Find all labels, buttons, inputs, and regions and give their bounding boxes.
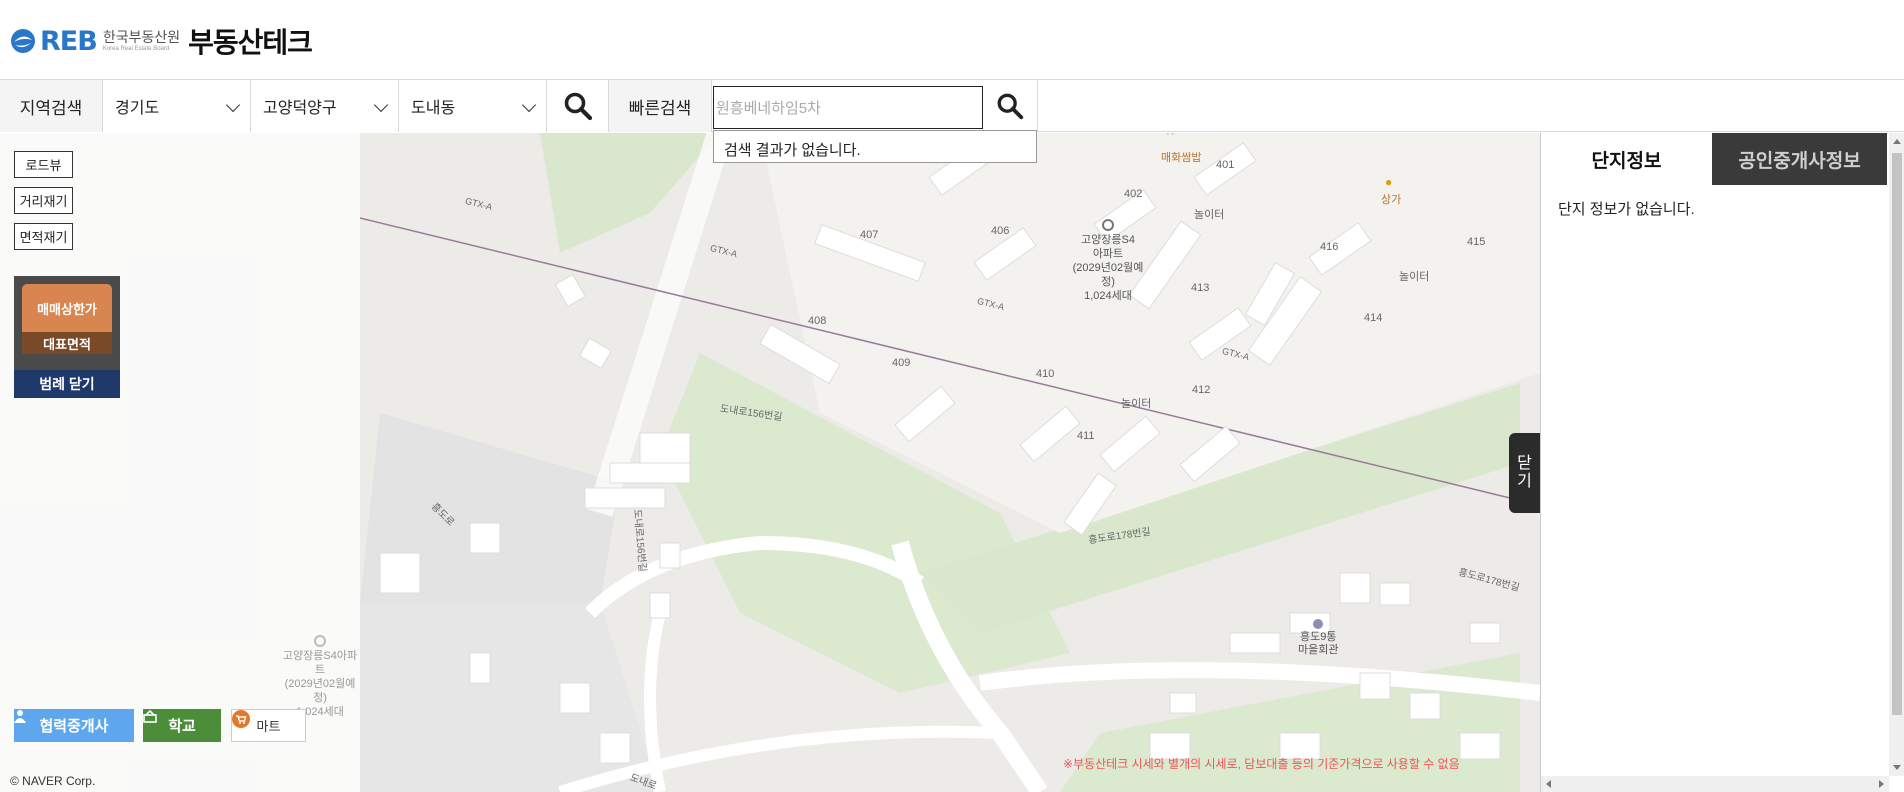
close-tab-char-1: 닫 <box>1517 455 1532 473</box>
no-result-message: 검색 결과가 없습니다. <box>724 142 861 159</box>
building-number: 409 <box>892 357 911 369</box>
header: REB 한국부동산원 Korea Real Estate Board 부동산테크 <box>0 0 1904 80</box>
search-icon <box>997 93 1024 120</box>
building-number: 414 <box>1364 312 1383 324</box>
map-copyright: © NAVER Corp. <box>10 774 96 788</box>
village-hall-icon <box>1313 619 1324 629</box>
poi-restaurant[interactable]: 매화쌈밥 <box>1161 149 1201 165</box>
chevron-down-icon <box>373 97 389 113</box>
village-hall-type: 마을회관 <box>1298 644 1339 656</box>
building-number: 416 <box>1320 241 1339 253</box>
building-number: 407 <box>860 229 879 241</box>
legend-area: 대표면적 <box>22 332 112 354</box>
legend-close-button[interactable]: 범례 닫기 <box>14 370 120 398</box>
building-number: 406 <box>991 225 1010 237</box>
playground-label: 놀이터 <box>1194 209 1225 221</box>
logo[interactable]: REB 한국부동산원 Korea Real Estate Board 부동산테크 <box>10 24 313 58</box>
building-number: 401 <box>1216 159 1235 171</box>
broker-filter-label: 협력중개사 <box>39 718 109 735</box>
legend-panel: 매매상한가 대표면적 범례 닫기 <box>14 276 120 398</box>
building-number: 415 <box>1467 236 1486 248</box>
mart-filter-button[interactable]: 마트 <box>231 709 306 742</box>
info-panel: 단지정보 공인중개사정보 단지 정보가 없습니다. <box>1540 133 1904 792</box>
area-measure-button[interactable]: 면적재기 <box>14 223 73 250</box>
search-icon <box>564 92 592 121</box>
building-number: 411 <box>1077 430 1095 442</box>
logo-mark-text: REB <box>40 25 98 57</box>
quick-search-label: 빠른검색 <box>609 80 712 132</box>
mart-filter-label: 마트 <box>256 719 281 734</box>
dong-select[interactable]: 도내동 <box>399 80 547 132</box>
apartment-date: (2029년02월예정) <box>1072 262 1144 288</box>
app-title: 부동산테크 <box>188 27 313 58</box>
faded-apartment-marker: 고양장릉S4아파트 (2029년02월예정) 1,024세대 <box>280 635 360 719</box>
building-number: 413 <box>1191 282 1210 294</box>
roadview-button[interactable]: 로드뷰 <box>14 151 73 178</box>
apartment-marker[interactable]: 고양장릉S4 아파트 (2029년02월예정) 1,024세대 <box>1068 219 1148 303</box>
legend-price: 매매상한가 <box>22 284 112 332</box>
building-number: 402 <box>1124 188 1143 200</box>
building-number: 410 <box>1036 368 1055 380</box>
shop-icon: ● <box>1385 175 1393 189</box>
dong-value: 도내동 <box>411 100 456 117</box>
province-value: 경기도 <box>115 100 160 117</box>
org-name-ko: 한국부동산원 <box>102 29 181 45</box>
apartment-households: 1,024세대 <box>1084 290 1132 302</box>
scroll-up-icon[interactable] <box>1893 139 1901 144</box>
tab-broker-info[interactable]: 공인중개사정보 <box>1712 133 1887 185</box>
school-filter-button[interactable]: 학교 <box>143 709 221 742</box>
vertical-scrollbar[interactable] <box>1889 133 1904 776</box>
quick-search-button[interactable] <box>983 80 1038 132</box>
region-search-label: 지역검색 <box>0 80 103 132</box>
tab-complex-info[interactable]: 단지정보 <box>1541 133 1712 185</box>
scroll-right-icon[interactable] <box>1879 780 1884 788</box>
village-hall-name: 흥도9통 <box>1300 631 1337 643</box>
scroll-thumb[interactable] <box>1892 153 1902 715</box>
quick-search-input[interactable] <box>713 86 983 129</box>
disclaimer-notice: ※부동산테크 시세와 별개의 시세로, 담보대출 등의 기준가격으로 사용할 수… <box>1063 757 1460 771</box>
apartment-name: 고양장릉S4 <box>1081 234 1135 246</box>
faded-apartment-date: (2029년02월예정) <box>284 678 356 704</box>
village-hall-marker[interactable]: 흥도9통 마을회관 <box>1298 619 1338 657</box>
empty-complex-message: 단지 정보가 없습니다. <box>1558 201 1695 218</box>
org-name-en: Korea Real Estate Board <box>102 46 170 52</box>
faded-apartment-icon <box>314 635 326 647</box>
apartment-icon <box>1102 219 1114 231</box>
building-number: 408 <box>808 315 827 327</box>
school-filter-label: 학교 <box>168 718 196 735</box>
school-icon <box>143 709 157 723</box>
search-bar: 지역검색 경기도 고양덕양구 도내동 빠른검색 <box>0 80 1904 132</box>
playground-label: 놀이터 <box>1399 271 1430 283</box>
region-search-button[interactable] <box>547 80 609 132</box>
reb-logo-icon: REB <box>10 25 98 57</box>
panel-close-tab[interactable]: 닫 기 <box>1509 433 1540 513</box>
chevron-down-icon <box>225 97 241 113</box>
org-name: 한국부동산원 Korea Real Estate Board <box>103 30 180 52</box>
close-tab-char-2: 기 <box>1517 473 1532 490</box>
scroll-left-icon[interactable] <box>1546 780 1551 788</box>
cart-icon <box>232 710 250 728</box>
distance-measure-button[interactable]: 거리재기 <box>14 187 73 214</box>
apartment-type: 아파트 <box>1092 248 1124 260</box>
faded-apartment-name: 고양장릉S4아파트 <box>282 650 358 676</box>
building-number: 412 <box>1192 384 1211 396</box>
broker-filter-button[interactable]: 협력중개사 <box>14 709 134 742</box>
person-icon <box>14 710 26 723</box>
search-result-dropdown: 검색 결과가 없습니다. <box>713 130 1037 163</box>
horizontal-scrollbar[interactable] <box>1541 776 1889 792</box>
restaurant-icon: 🍴 <box>1163 133 1178 135</box>
chevron-down-icon <box>521 97 537 113</box>
city-value: 고양덕양구 <box>263 100 337 117</box>
poi-shop[interactable]: 상가 <box>1381 191 1401 207</box>
city-select[interactable]: 고양덕양구 <box>251 80 399 132</box>
playground-label: 놀이터 <box>1121 398 1152 410</box>
map-view[interactable]: 🍴 매화쌈밥 ● 상가 고양장릉S4 아파트 (2029년02월예정) 1,02… <box>0 133 1540 792</box>
province-select[interactable]: 경기도 <box>103 80 251 132</box>
scroll-down-icon[interactable] <box>1893 765 1901 770</box>
